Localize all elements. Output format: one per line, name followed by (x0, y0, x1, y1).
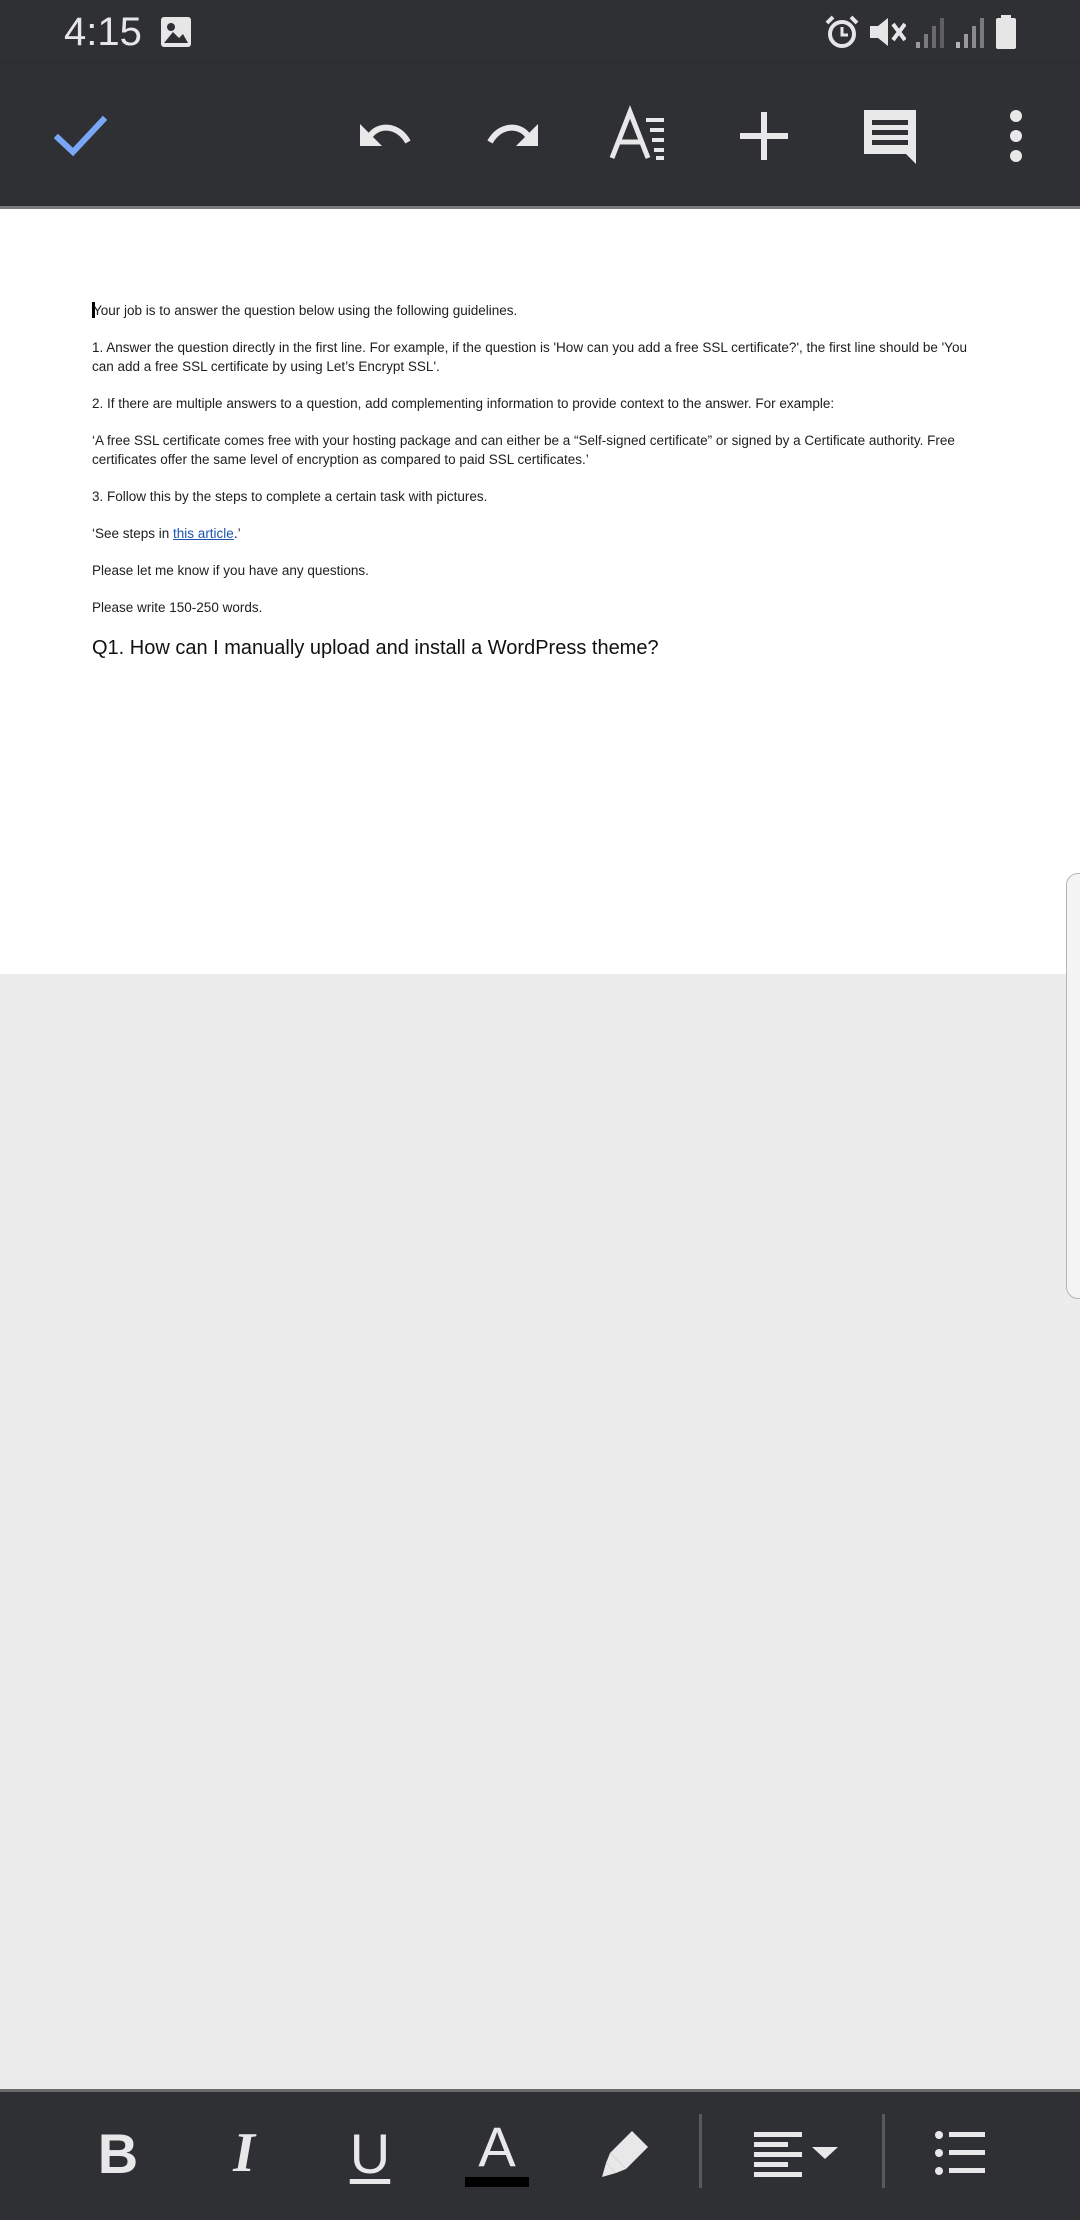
document-body[interactable]: Your job is to answer the question below… (92, 301, 992, 679)
guideline-1[interactable]: 1. Answer the question directly in the f… (92, 338, 992, 376)
guideline-2[interactable]: 2. If there are multiple answers to a qu… (92, 394, 992, 413)
bulleted-list-icon (935, 2131, 985, 2175)
format-toolbar: B I U A (0, 2089, 1080, 2220)
steps-paragraph[interactable]: ‘See steps in this article.’ (92, 524, 992, 543)
toolbar-divider (882, 2114, 885, 2188)
bulleted-list-button[interactable] (932, 2114, 988, 2192)
mute-icon (870, 18, 906, 46)
scroll-handle[interactable] (1066, 873, 1080, 1299)
highlight-button[interactable] (596, 2114, 656, 2192)
check-icon (53, 115, 108, 157)
word-count-note[interactable]: Please write 150-250 words. (92, 598, 992, 617)
comment-button[interactable] (858, 104, 922, 168)
underline-label: U (349, 2121, 391, 2185)
text-format-button[interactable] (606, 104, 670, 168)
undo-button[interactable] (354, 104, 418, 168)
intro-paragraph[interactable]: Your job is to answer the question below… (92, 301, 992, 320)
italic-label: I (233, 2122, 255, 2184)
bold-label: B (97, 2121, 139, 2185)
insert-plus-icon (740, 112, 788, 160)
status-time: 4:15 (64, 10, 142, 54)
alignment-button[interactable] (752, 2114, 842, 2192)
questions-note[interactable]: Please let me know if you have any quest… (92, 561, 992, 580)
underline-button[interactable]: U (344, 2114, 396, 2192)
bold-button[interactable]: B (92, 2114, 144, 2192)
document-page[interactable]: Your job is to answer the question below… (0, 209, 1080, 974)
align-left-icon (754, 2132, 802, 2177)
steps-suffix: .’ (233, 526, 241, 541)
steps-prefix: ‘See steps in (92, 526, 174, 541)
toolbar-divider (699, 2114, 702, 2188)
more-vert-icon (1010, 110, 1022, 162)
alarm-icon (825, 15, 859, 48)
insert-button[interactable] (732, 104, 796, 168)
editor-toolbar (0, 64, 1080, 209)
text-color-label: A (478, 2115, 516, 2178)
italic-button[interactable]: I (218, 2114, 270, 2192)
article-link[interactable]: this article (173, 526, 234, 541)
done-button[interactable] (48, 104, 112, 168)
example-quote[interactable]: ‘A free SSL certificate comes free with … (92, 431, 992, 469)
dropdown-arrow-icon (812, 2147, 838, 2159)
signal-icon (916, 18, 944, 48)
intro-text: Your job is to answer the question below… (93, 303, 518, 318)
more-options-button[interactable] (984, 104, 1048, 168)
redo-icon (487, 124, 538, 146)
redo-button[interactable] (480, 104, 544, 168)
undo-icon (360, 124, 411, 146)
signal-icon (956, 18, 984, 48)
battery-icon (996, 15, 1016, 49)
guideline-3[interactable]: 3. Follow this by the steps to complete … (92, 487, 992, 506)
text-format-icon (609, 105, 664, 160)
highlighter-icon (602, 2131, 648, 2177)
text-color-swatch (465, 2177, 529, 2187)
status-icons (824, 12, 1018, 52)
text-color-button[interactable]: A (464, 2114, 530, 2192)
question-heading[interactable]: Q1. How can I manually upload and instal… (92, 635, 992, 661)
image-icon (161, 17, 191, 47)
status-bar: 4:15 (0, 0, 1080, 64)
comment-icon (864, 110, 916, 164)
